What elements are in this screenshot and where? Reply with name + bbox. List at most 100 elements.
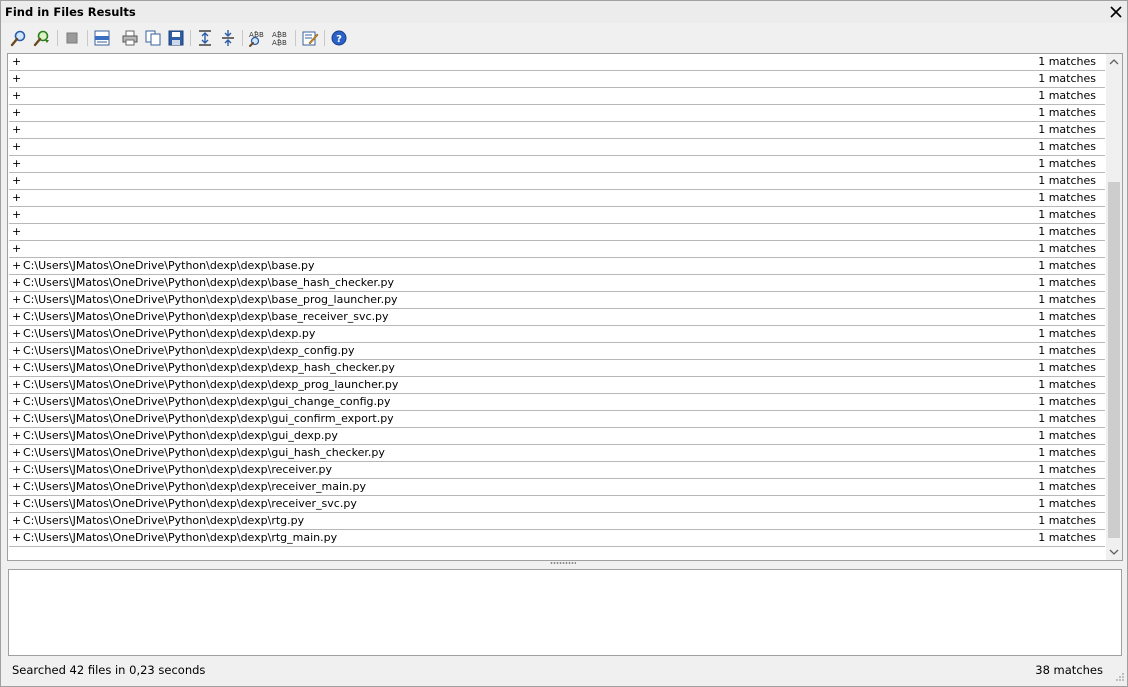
svg-text:A₿B: A₿B (272, 39, 287, 47)
save-button[interactable] (166, 28, 186, 48)
expand-toggle[interactable]: + (12, 276, 22, 290)
result-row[interactable]: + C:\Users\JMatos\OneDrive\Python\dexp\de… (9, 394, 1105, 411)
expand-toggle[interactable]: + (12, 412, 22, 426)
help-icon: ? (331, 30, 347, 46)
match-count: 1 matches (1038, 395, 1096, 408)
expand-all-button[interactable] (195, 28, 215, 48)
scroll-down-button[interactable] (1106, 544, 1122, 560)
result-row[interactable]: + C:\Users\JMatos\OneDrive\Python\dexp\de… (9, 513, 1105, 530)
expand-toggle[interactable]: + (12, 140, 22, 154)
result-row[interactable]: + C:\Users\JMatos\OneDrive\Python\dexp\de… (9, 428, 1105, 445)
result-row[interactable]: +1 matches (9, 190, 1105, 207)
result-row[interactable]: + C:\Users\JMatos\OneDrive\Python\dexp\de… (9, 309, 1105, 326)
file-path: C:\Users\JMatos\OneDrive\Python\dexp\dex… (23, 327, 316, 340)
expand-toggle[interactable]: + (12, 89, 22, 103)
expand-toggle[interactable]: + (12, 191, 22, 205)
find-button[interactable] (9, 28, 29, 48)
find-in-results-icon: A₿B (249, 31, 264, 47)
expand-toggle[interactable]: + (12, 123, 22, 137)
expand-toggle[interactable]: + (12, 395, 22, 409)
expand-toggle[interactable]: + (12, 344, 22, 358)
file-path: C:\Users\JMatos\OneDrive\Python\dexp\dex… (23, 395, 391, 408)
expand-toggle[interactable]: + (12, 242, 22, 256)
result-row[interactable]: + C:\Users\JMatos\OneDrive\Python\dexp\de… (9, 292, 1105, 309)
file-path: C:\Users\JMatos\OneDrive\Python\dexp\dex… (23, 531, 338, 544)
scroll-thumb[interactable] (1108, 182, 1120, 538)
expand-toggle[interactable]: + (12, 55, 22, 69)
result-row[interactable]: +1 matches (9, 207, 1105, 224)
pane-splitter[interactable] (7, 560, 1121, 568)
find-in-results-button[interactable]: A₿B (247, 28, 267, 48)
expand-toggle[interactable]: + (12, 378, 22, 392)
result-row[interactable]: +1 matches (9, 54, 1105, 71)
expand-toggle[interactable]: + (12, 361, 22, 375)
result-row[interactable]: + C:\Users\JMatos\OneDrive\Python\dexp\de… (9, 411, 1105, 428)
expand-toggle[interactable]: + (12, 480, 22, 494)
title-bar: Find in Files Results (1, 1, 1127, 23)
expand-toggle[interactable]: + (12, 174, 22, 188)
expand-all-icon (199, 30, 211, 46)
expand-toggle[interactable]: + (12, 446, 22, 460)
result-row[interactable]: + C:\Users\JMatos\OneDrive\Python\dexp\de… (9, 343, 1105, 360)
results-scrollbar[interactable] (1106, 54, 1122, 560)
file-path: C:\Users\JMatos\OneDrive\Python\dexp\dex… (23, 463, 333, 476)
result-row[interactable]: + C:\Users\JMatos\OneDrive\Python\dexp\de… (9, 462, 1105, 479)
result-row[interactable]: +1 matches (9, 241, 1105, 258)
open-in-editor-icon (302, 31, 319, 46)
match-detail-pane[interactable] (8, 569, 1122, 656)
expand-toggle[interactable]: + (12, 106, 22, 120)
result-row[interactable]: +1 matches (9, 88, 1105, 105)
copy-icon (145, 30, 161, 46)
scroll-up-button[interactable] (1106, 54, 1122, 70)
expand-toggle[interactable]: + (12, 293, 22, 307)
save-icon (168, 30, 184, 46)
expand-toggle[interactable]: + (12, 310, 22, 324)
match-count: 1 matches (1038, 106, 1096, 119)
match-count: 1 matches (1038, 225, 1096, 238)
open-in-editor-button[interactable] (300, 28, 320, 48)
replace-in-results-button[interactable]: A₿B A₿B (270, 28, 290, 48)
expand-toggle[interactable]: + (12, 497, 22, 511)
result-row[interactable]: + C:\Users\JMatos\OneDrive\Python\dexp\de… (9, 275, 1105, 292)
close-button[interactable] (1108, 4, 1124, 20)
result-row[interactable]: + C:\Users\JMatos\OneDrive\Python\dexp\de… (9, 326, 1105, 343)
chevron-down-icon (1109, 549, 1119, 555)
expand-toggle[interactable]: + (12, 157, 22, 171)
file-path: C:\Users\JMatos\OneDrive\Python\dexp\dex… (23, 412, 394, 425)
expand-toggle[interactable]: + (12, 208, 22, 222)
stop-button[interactable] (62, 28, 82, 48)
match-count: 1 matches (1038, 378, 1096, 391)
replace-button[interactable] (32, 28, 52, 48)
result-row[interactable]: + C:\Users\JMatos\OneDrive\Python\dexp\de… (9, 360, 1105, 377)
expand-toggle[interactable]: + (12, 514, 22, 528)
result-row[interactable]: + C:\Users\JMatos\OneDrive\Python\dexp\de… (9, 530, 1105, 547)
toolbar-separator (87, 30, 88, 46)
print-button[interactable] (120, 28, 140, 48)
expand-toggle[interactable]: + (12, 327, 22, 341)
copy-button[interactable] (143, 28, 163, 48)
result-row[interactable]: + C:\Users\JMatos\OneDrive\Python\dexp\de… (9, 496, 1105, 513)
result-row[interactable]: + C:\Users\JMatos\OneDrive\Python\dexp\de… (9, 258, 1105, 275)
expand-toggle[interactable]: + (12, 429, 22, 443)
print-preview-button[interactable] (92, 28, 112, 48)
help-button[interactable]: ? (329, 28, 349, 48)
result-row[interactable]: +1 matches (9, 122, 1105, 139)
file-path: C:\Users\JMatos\OneDrive\Python\dexp\dex… (23, 310, 389, 323)
expand-toggle[interactable]: + (12, 225, 22, 239)
expand-toggle[interactable]: + (12, 531, 22, 545)
result-row[interactable]: +1 matches (9, 105, 1105, 122)
result-row[interactable]: +1 matches (9, 156, 1105, 173)
collapse-all-button[interactable] (218, 28, 238, 48)
result-row[interactable]: +1 matches (9, 224, 1105, 241)
result-row[interactable]: +1 matches (9, 139, 1105, 156)
result-row[interactable]: + C:\Users\JMatos\OneDrive\Python\dexp\de… (9, 377, 1105, 394)
result-row[interactable]: + C:\Users\JMatos\OneDrive\Python\dexp\de… (9, 445, 1105, 462)
result-row[interactable]: +1 matches (9, 173, 1105, 190)
expand-toggle[interactable]: + (12, 259, 22, 273)
results-list[interactable]: +1 matches +1 matches +1 matches +1 matches… (7, 53, 1123, 561)
expand-toggle[interactable]: + (12, 72, 22, 86)
result-row[interactable]: + C:\Users\JMatos\OneDrive\Python\dexp\de… (9, 479, 1105, 496)
resize-grip-icon[interactable] (1115, 672, 1125, 682)
result-row[interactable]: +1 matches (9, 71, 1105, 88)
expand-toggle[interactable]: + (12, 463, 22, 477)
